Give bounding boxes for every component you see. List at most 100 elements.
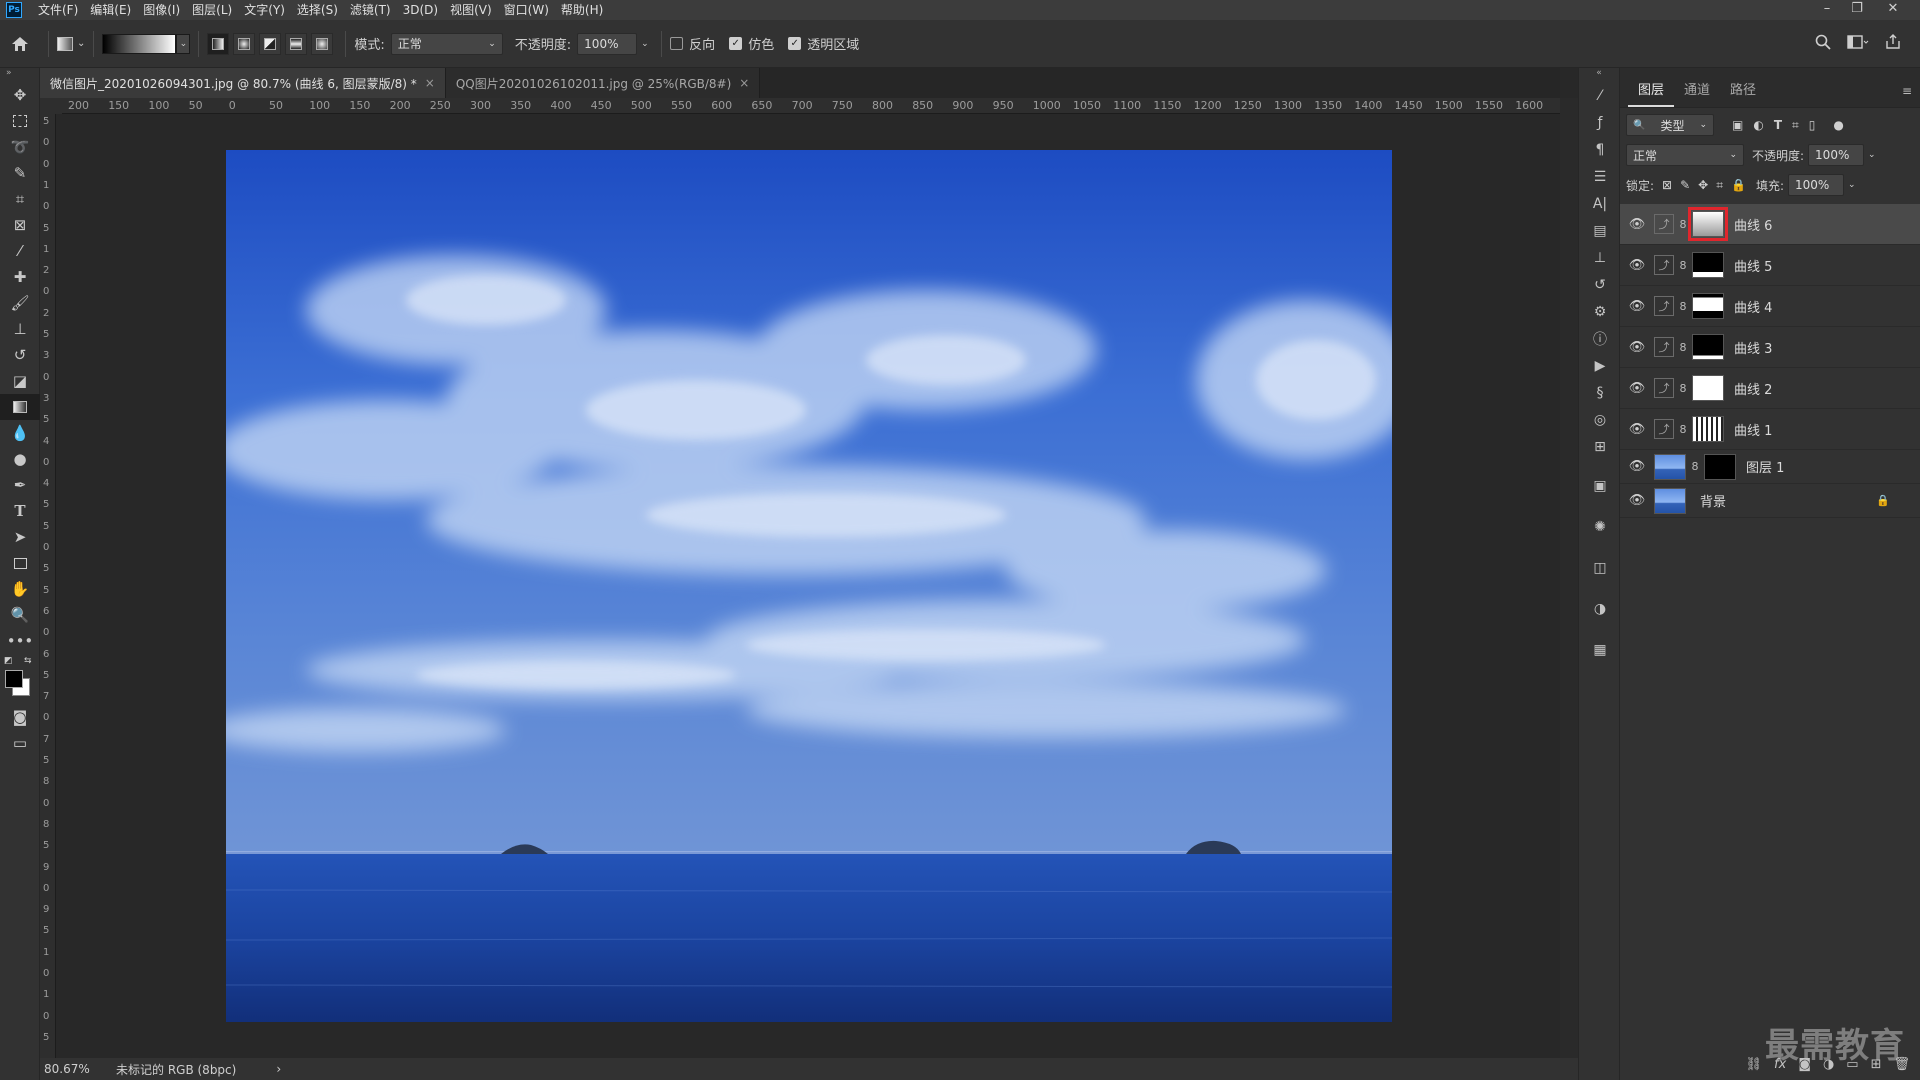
filter-adjustment-icon[interactable]: ◐ (1753, 118, 1763, 132)
diamond-gradient-button[interactable] (311, 32, 334, 55)
crop-tool[interactable]: ⌗ (0, 186, 40, 212)
marquee-tool[interactable] (0, 108, 40, 134)
layer-mask-thumbnail[interactable] (1692, 416, 1724, 442)
close-icon[interactable]: × (425, 76, 435, 90)
share-icon[interactable] (1885, 34, 1901, 50)
layer-opacity-input[interactable]: 100% (1808, 144, 1865, 166)
vertical-scrollbar[interactable] (1560, 98, 1578, 1058)
swap-colors-icon[interactable]: ⇆ (24, 656, 32, 666)
collapse-arrows-icon[interactable]: « (1579, 68, 1619, 82)
layer-row-curves-6[interactable]: 👁 ⤴ 8 曲线 6 (1620, 204, 1920, 245)
frame-tool[interactable]: ⊠ (0, 212, 40, 238)
menu-window[interactable]: 窗口(W) (498, 0, 555, 20)
menu-view[interactable]: 视图(V) (444, 0, 498, 20)
document-image[interactable] (226, 150, 1392, 1022)
filter-pixel-icon[interactable]: ▣ (1732, 118, 1743, 132)
radial-gradient-button[interactable] (233, 32, 256, 55)
blur-tool[interactable]: 💧 (0, 420, 40, 446)
link-chain-icon[interactable]: 8 (1678, 423, 1688, 436)
libraries-icon[interactable]: ▤ (1579, 217, 1621, 244)
gradient-picker[interactable]: ⌄ (102, 33, 191, 54)
layer-row-curves-1[interactable]: 👁 ⤴ 8 曲线 1 (1620, 409, 1920, 450)
filter-shape-icon[interactable]: ⌗ (1792, 118, 1799, 133)
quick-mask-button[interactable]: ◙ (0, 704, 40, 730)
type-tool[interactable]: T (0, 498, 40, 524)
layer-row-curves-2[interactable]: 👁 ⤴ 8 曲线 2 (1620, 368, 1920, 409)
paragraph-icon[interactable]: ¶ (1579, 136, 1621, 163)
layer-mask-thumbnail[interactable] (1692, 252, 1724, 278)
clone-source-icon[interactable]: ⊥ (1579, 244, 1621, 271)
panel-menu-icon[interactable]: ≡ (1902, 84, 1920, 107)
zoom-tool[interactable]: 🔍 (0, 602, 40, 628)
clone-stamp-tool[interactable]: ⊥ (0, 316, 40, 342)
gradient-swatch[interactable] (102, 33, 177, 54)
layer-mask-thumbnail[interactable] (1692, 334, 1724, 360)
layer-mask-thumbnail[interactable] (1692, 293, 1724, 319)
move-tool[interactable]: ✥ (0, 82, 40, 108)
workspace-icon[interactable] (1847, 34, 1869, 50)
link-chain-icon[interactable]: 8 (1690, 460, 1700, 473)
lock-artboard-icon[interactable]: ⌗ (1716, 178, 1723, 193)
color-wheel-icon[interactable]: ✺ (1579, 513, 1621, 540)
visibility-eye-icon[interactable]: 👁 (1620, 422, 1654, 437)
history-brush-tool[interactable]: ↺ (0, 342, 40, 368)
swatches-icon[interactable]: ◫ (1579, 554, 1621, 581)
close-icon[interactable]: × (739, 76, 749, 90)
menu-image[interactable]: 图像(I) (137, 0, 186, 20)
layer-mask-thumbnail[interactable] (1692, 375, 1724, 401)
chevron-down-icon[interactable]: ⌄ (1848, 180, 1856, 190)
lock-all-icon[interactable]: 🔒 (1731, 178, 1746, 192)
notes-icon[interactable]: ▣ (1579, 472, 1621, 499)
layer-thumbnail[interactable] (1654, 487, 1686, 514)
doc-tab-active[interactable]: 微信图片_20201026094301.jpg @ 80.7% (曲线 6, 图… (40, 68, 446, 98)
chevron-down-icon[interactable]: ⌄ (1868, 150, 1876, 160)
fill-input[interactable]: 100% (1788, 174, 1844, 196)
filter-type-icon[interactable]: T (1774, 118, 1782, 132)
filter-toggle-icon[interactable]: ● (1833, 118, 1843, 132)
menu-help[interactable]: 帮助(H) (555, 0, 609, 20)
layer-row-curves-5[interactable]: 👁 ⤴ 8 曲线 5 (1620, 245, 1920, 286)
minimize-button[interactable]: – (1812, 0, 1842, 20)
layer-row-curves-3[interactable]: 👁 ⤴ 8 曲线 3 (1620, 327, 1920, 368)
doc-tab[interactable]: QQ图片20201026102011.jpg @ 25%(RGB/8#) × (445, 68, 761, 98)
tab-layers[interactable]: 图层 (1628, 79, 1675, 107)
opacity-input[interactable]: 100% (577, 32, 638, 55)
menu-select[interactable]: 选择(S) (291, 0, 344, 20)
properties-icon[interactable]: ⚙ (1579, 298, 1621, 325)
menu-edit[interactable]: 编辑(E) (84, 0, 137, 20)
vertical-ruler[interactable]: 5 0 0 1 0 5 1 2 0 2 5 3 0 3 5 4 0 4 5 5 0 5 5 6 0 6 5 7 0 7 5 8 0 8 5 9 0 9 5 1… (40, 114, 56, 1058)
link-chain-icon[interactable]: 8 (1678, 218, 1688, 231)
foreground-color-swatch[interactable] (5, 670, 23, 688)
character-icon[interactable]: A| (1579, 190, 1621, 217)
default-colors-icon[interactable]: ◩ (4, 656, 13, 666)
layer-filter-select[interactable]: 🔍 类型 ⌄ (1626, 114, 1714, 136)
gradient-tool[interactable] (0, 394, 40, 420)
linear-gradient-button[interactable] (207, 32, 230, 55)
healing-brush-tool[interactable]: ✚ (0, 264, 40, 290)
horizontal-ruler[interactable]: 200 150 100 50 0 50 100 150 200 250 300 350 400 450 50… (62, 98, 1560, 114)
rectangle-tool[interactable] (0, 550, 40, 576)
filter-smart-icon[interactable]: ▯ (1809, 118, 1816, 132)
menu-type[interactable]: 文字(Y) (238, 0, 291, 20)
gradient-tool-preset[interactable]: ⌄ (57, 36, 85, 51)
3d-icon[interactable]: ◎ (1579, 406, 1621, 433)
menu-3d[interactable]: 3D(D) (397, 0, 444, 20)
layer-row-curves-4[interactable]: 👁 ⤴ 8 曲线 4 (1620, 286, 1920, 327)
tab-paths[interactable]: 路径 (1720, 79, 1766, 107)
link-chain-icon[interactable]: 8 (1678, 341, 1688, 354)
menu-filter[interactable]: 滤镜(T) (344, 0, 397, 20)
layer-mask-thumbnail[interactable] (1688, 207, 1728, 241)
menu-file[interactable]: 文件(F) (32, 0, 84, 20)
layer-row-background[interactable]: 👁 背景 🔒 (1620, 484, 1920, 518)
history-icon[interactable]: ↺ (1579, 271, 1621, 298)
link-layers-icon[interactable]: ⛓ (1746, 1057, 1763, 1072)
link-chain-icon[interactable]: 8 (1678, 382, 1688, 395)
screen-mode-button[interactable]: ▭ (0, 730, 40, 756)
tab-channels[interactable]: 通道 (1674, 79, 1720, 107)
eyedropper-tool[interactable]: ⁄ (0, 238, 40, 264)
lock-icon[interactable]: 🔒 (1876, 494, 1890, 507)
menu-layer[interactable]: 图层(L) (186, 0, 238, 20)
style-icon[interactable]: ƒ (1579, 109, 1621, 136)
visibility-eye-icon[interactable]: 👁 (1620, 258, 1654, 273)
adjust-circle-icon[interactable]: ◑ (1579, 595, 1621, 622)
